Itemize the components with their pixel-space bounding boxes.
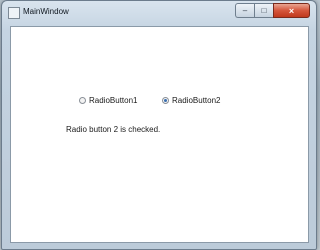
window-icon bbox=[8, 7, 20, 19]
minimize-button[interactable]: – bbox=[235, 3, 254, 18]
main-window: MainWindow – □ × RadioButton1 RadioButto… bbox=[1, 0, 317, 250]
maximize-button[interactable]: □ bbox=[254, 3, 273, 18]
radio-button-1[interactable]: RadioButton1 bbox=[79, 96, 137, 105]
window-client-area: RadioButton1 RadioButton2 Radio button 2… bbox=[10, 26, 309, 243]
radio-button-2-label[interactable]: RadioButton2 bbox=[172, 96, 220, 105]
title-bar[interactable]: MainWindow – □ × bbox=[2, 1, 316, 25]
close-icon: × bbox=[288, 5, 295, 16]
minimize-icon: – bbox=[242, 6, 248, 15]
radio-circle-checked-icon[interactable] bbox=[162, 97, 169, 104]
status-text: Radio button 2 is checked. bbox=[66, 125, 161, 134]
caption-buttons: – □ × bbox=[235, 3, 310, 19]
radio-circle-icon[interactable] bbox=[79, 97, 86, 104]
radio-button-2[interactable]: RadioButton2 bbox=[162, 96, 220, 105]
maximize-icon: □ bbox=[261, 6, 267, 15]
close-button[interactable]: × bbox=[273, 3, 310, 18]
window-title: MainWindow bbox=[23, 7, 69, 16]
radio-button-1-label[interactable]: RadioButton1 bbox=[89, 96, 137, 105]
